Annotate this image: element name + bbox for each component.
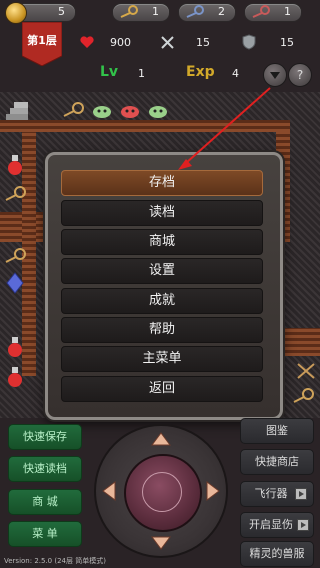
fly-device-button[interactable]: 飞行器 bbox=[240, 481, 314, 507]
version-label: Version: 2.5.0 (24层 简单模式) bbox=[4, 557, 106, 565]
left-arrow-icon[interactable] bbox=[102, 481, 116, 501]
film-icon bbox=[297, 519, 309, 531]
quick-shop-button[interactable]: 快捷商店 bbox=[240, 449, 314, 475]
down-arrow-icon[interactable] bbox=[151, 536, 171, 550]
joystick-ring bbox=[142, 472, 182, 512]
quick-load-button[interactable]: 快速读档 bbox=[8, 456, 82, 482]
joystick-knob[interactable] bbox=[124, 454, 202, 532]
show-damage-button[interactable]: 开启显伤 bbox=[240, 512, 314, 538]
up-arrow-icon[interactable] bbox=[151, 432, 171, 446]
game-screen: 5 1 2 1 第1层 900 15 15 Lv 1 Exp 4 ? 存档 读档… bbox=[0, 0, 320, 568]
spirit-outfit-button[interactable]: 精灵的兽服 bbox=[240, 541, 314, 567]
right-arrow-icon[interactable] bbox=[206, 481, 220, 501]
shop-button[interactable]: 商 城 bbox=[8, 489, 82, 515]
dpad bbox=[94, 424, 228, 558]
menu-button[interactable]: 菜 单 bbox=[8, 521, 82, 547]
monster-guide-button[interactable]: 图鉴 bbox=[240, 418, 314, 444]
film-icon bbox=[295, 488, 307, 500]
quick-save-button[interactable]: 快速保存 bbox=[8, 424, 82, 450]
